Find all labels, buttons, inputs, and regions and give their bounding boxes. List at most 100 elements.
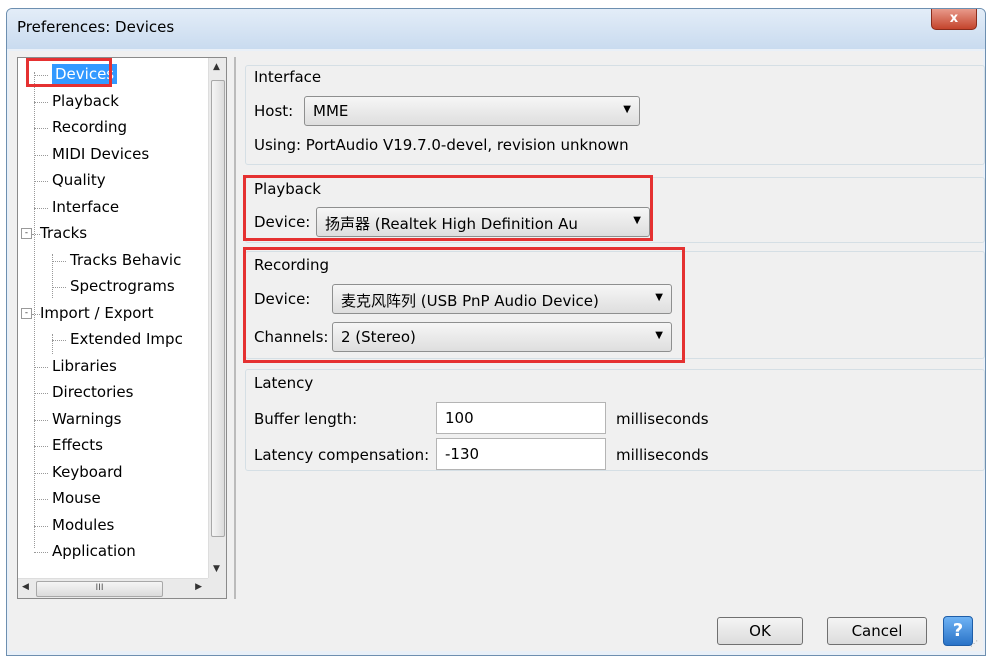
tree-item-spectrograms[interactable]: Spectrograms: [18, 274, 208, 300]
scroll-up-arrow-icon[interactable]: ▲: [213, 62, 220, 72]
playback-device-label: Device:: [254, 213, 311, 231]
tree-item-label: Interface: [52, 197, 120, 216]
tree-connector: [34, 499, 48, 500]
playback-device-select[interactable]: 扬声器 (Realtek High Definition Au ▼: [316, 207, 650, 237]
tree-item-effects[interactable]: Effects: [18, 433, 208, 459]
tree-item-directories[interactable]: Directories: [18, 380, 208, 406]
latency-compensation-unit: milliseconds: [616, 446, 709, 464]
resize-grip-icon[interactable]: ⋰: [970, 639, 980, 649]
channels-select[interactable]: 2 (Stereo) ▼: [332, 322, 672, 352]
tree-item-label: Application: [52, 542, 136, 560]
category-tree-pane: Devices Playback Recording MIDI Devices Qual…: [17, 57, 227, 599]
latency-compensation-label: Latency compensation:: [254, 446, 430, 464]
dialog-body: Devices Playback Recording MIDI Devices Qual…: [9, 51, 985, 651]
tree-connector: [32, 234, 40, 235]
tree-item-recording[interactable]: Recording: [18, 115, 208, 141]
latency-group: Latency Buffer length: 100 milliseconds …: [245, 369, 985, 471]
tree-item-devices[interactable]: Devices: [18, 62, 208, 88]
latency-compensation-input[interactable]: -130: [436, 438, 606, 470]
tree-connector: [52, 287, 66, 288]
recording-device-select[interactable]: 麦克风阵列 (USB PnP Audio Device) ▼: [332, 284, 672, 314]
preferences-window: Preferences: Devices x Devices Playback Re…: [6, 8, 986, 656]
tree-connector: [34, 101, 48, 103]
close-button[interactable]: x: [931, 9, 977, 30]
tree-item-tracks[interactable]: - Tracks: [18, 221, 208, 247]
tree-item-tracks-behavic[interactable]: Tracks Behavic: [18, 248, 208, 274]
scroll-right-arrow-icon[interactable]: ▶: [195, 582, 202, 592]
cancel-button[interactable]: Cancel: [827, 617, 927, 645]
tree-item-import-export[interactable]: - Import / Export: [18, 301, 208, 327]
tree-item-mouse[interactable]: Mouse: [18, 486, 208, 512]
tree-vertical-scrollbar[interactable]: ▲ ▼: [208, 58, 226, 578]
collapse-icon[interactable]: -: [21, 307, 32, 319]
tree-item-label: Spectrograms: [70, 277, 175, 295]
group-title: Latency: [254, 374, 314, 392]
scrollbar-corner: [208, 578, 226, 598]
scroll-down-arrow-icon[interactable]: ▼: [213, 564, 220, 574]
tree-item-label: Playback: [52, 91, 119, 110]
tree-item-label: Extended Impc: [70, 330, 183, 348]
tree-item-playback[interactable]: Playback: [18, 89, 208, 115]
scroll-thumb[interactable]: [211, 80, 225, 537]
tree-item-label: Libraries: [52, 356, 117, 375]
channels-value: 2 (Stereo): [341, 328, 416, 346]
tree-item-label: Import / Export: [40, 303, 154, 322]
group-title: Playback: [254, 180, 321, 198]
tree-item-label: Effects: [52, 436, 103, 454]
group-title: Interface: [254, 68, 322, 86]
tree-item-label: Warnings: [52, 409, 122, 428]
tree-item-label: Keyboard: [52, 462, 123, 481]
buffer-length-input[interactable]: 100: [436, 402, 606, 434]
tree-connector: [34, 525, 48, 527]
tree-item-warnings[interactable]: Warnings: [18, 407, 208, 433]
collapse-icon[interactable]: -: [21, 228, 32, 239]
dropdown-arrow-icon: ▼: [623, 104, 631, 115]
channels-label: Channels:: [254, 328, 329, 346]
recording-group: Recording Device: 麦克风阵列 (USB PnP Audio D…: [245, 251, 985, 359]
playback-group: Playback Device: 扬声器 (Realtek High Defin…: [245, 177, 985, 243]
tree-item-label: Tracks: [40, 224, 88, 242]
recording-device-value: 麦克风阵列 (USB PnP Audio Device): [341, 292, 599, 310]
host-value: MME: [313, 102, 349, 120]
tree-connector: [34, 128, 48, 129]
dropdown-arrow-icon: ▼: [633, 215, 641, 226]
tree-item-label: Devices: [52, 64, 118, 84]
tree-horizontal-scrollbar[interactable]: ◀ III ▶: [18, 578, 208, 598]
tree-item-label: Modules: [52, 515, 115, 534]
tree-connector: [34, 366, 48, 368]
dropdown-arrow-icon: ▼: [655, 330, 663, 341]
tree-connector: [34, 75, 48, 76]
tree-connector: [34, 207, 48, 209]
tree-item-label: Mouse: [52, 489, 101, 507]
tree-item-extended-impc[interactable]: Extended Impc: [18, 327, 208, 353]
latency-compensation-value: -130: [445, 445, 480, 463]
help-button[interactable]: ?: [943, 616, 973, 646]
tree-connector: [34, 181, 48, 182]
buffer-length-label: Buffer length:: [254, 410, 358, 428]
tree-connector: [34, 393, 48, 394]
tree-connector: [34, 446, 48, 447]
ok-button[interactable]: OK: [717, 617, 803, 645]
tree-item-label: MIDI Devices: [52, 144, 150, 163]
tree-item-libraries[interactable]: Libraries: [18, 354, 208, 380]
tree-item-keyboard[interactable]: Keyboard: [18, 460, 208, 486]
title-bar[interactable]: Preferences: Devices x: [7, 9, 985, 49]
tree-connector: [34, 419, 48, 421]
tree-item-midi-devices[interactable]: MIDI Devices: [18, 142, 208, 168]
tree-connector: [52, 260, 66, 262]
tree-item-modules[interactable]: Modules: [18, 513, 208, 539]
scroll-left-arrow-icon[interactable]: ◀: [22, 582, 29, 592]
tree-item-label: Recording: [52, 118, 128, 136]
buffer-length-unit: milliseconds: [616, 410, 709, 428]
scroll-thumb[interactable]: III: [36, 581, 163, 597]
buffer-length-value: 100: [445, 409, 474, 427]
window-title: Preferences: Devices: [17, 18, 175, 36]
host-select[interactable]: MME ▼: [304, 96, 640, 126]
tree-connector: [34, 552, 48, 553]
tree-item-label: Directories: [52, 383, 134, 401]
tree-item-application[interactable]: Application: [18, 539, 208, 565]
tree-item-quality[interactable]: Quality: [18, 168, 208, 194]
pane-splitter[interactable]: [234, 57, 236, 599]
tree-item-interface[interactable]: Interface: [18, 195, 208, 221]
host-label: Host:: [254, 102, 294, 120]
